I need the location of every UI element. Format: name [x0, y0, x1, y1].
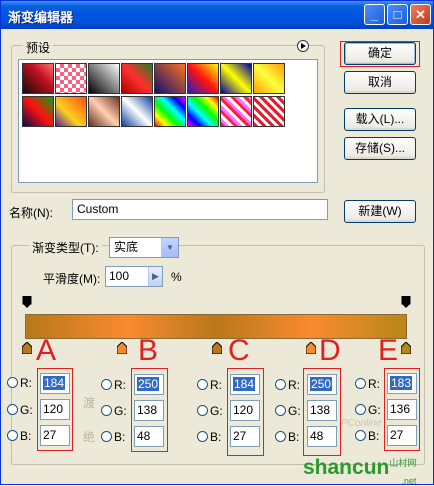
- chevron-right-icon[interactable]: ▶: [148, 267, 162, 286]
- radio-g[interactable]: [7, 404, 18, 415]
- radio-r[interactable]: [7, 377, 18, 388]
- load-button[interactable]: 载入(L)...: [344, 108, 416, 131]
- stop-a-highlight: [37, 368, 73, 451]
- ok-button-highlight: [340, 41, 420, 67]
- preset-swatch-grid: [18, 59, 318, 183]
- b-label: B:: [210, 430, 222, 444]
- radio-r[interactable]: [197, 379, 208, 390]
- preset-swatch[interactable]: [22, 96, 54, 127]
- cancel-button[interactable]: 取消: [344, 71, 416, 94]
- watermark-tag: PConline: [341, 418, 382, 429]
- stop-letter-d: D: [319, 334, 341, 367]
- preset-swatch[interactable]: [187, 96, 219, 127]
- radio-g[interactable]: [197, 405, 208, 416]
- radio-r[interactable]: [355, 378, 366, 389]
- radio-g[interactable]: [275, 405, 286, 416]
- window-title: 渐变编辑器: [8, 10, 74, 25]
- g-label: G:: [20, 403, 33, 417]
- radio-g[interactable]: [355, 404, 366, 415]
- r-label: R:: [210, 378, 222, 392]
- color-stop-b[interactable]: [117, 342, 127, 354]
- color-stop-d[interactable]: [306, 342, 316, 354]
- g-label: G:: [368, 403, 381, 417]
- radio-b[interactable]: [275, 431, 286, 442]
- b-label: B:: [114, 430, 126, 444]
- stop-letter-b: B: [138, 334, 159, 367]
- preset-swatch[interactable]: [22, 63, 54, 94]
- preset-swatch[interactable]: [88, 63, 120, 94]
- preset-swatch[interactable]: [253, 96, 285, 127]
- radio-r[interactable]: [101, 379, 112, 390]
- g-label: G:: [288, 404, 301, 418]
- maximize-button[interactable]: □: [387, 4, 408, 25]
- b-label: B:: [20, 429, 32, 443]
- gradient-type-select[interactable]: 实底 ▼: [109, 237, 179, 258]
- opacity-stop-right[interactable]: [401, 296, 411, 308]
- r-label: R:: [368, 377, 380, 391]
- gradient-preview-bar[interactable]: [25, 314, 407, 339]
- preset-swatch[interactable]: [253, 63, 285, 94]
- preset-swatch[interactable]: [220, 63, 252, 94]
- chevron-down-icon: ▼: [161, 238, 178, 257]
- watermark: shancun山村网 .net: [303, 456, 416, 486]
- close-button[interactable]: ✕: [410, 4, 431, 25]
- gradient-type-value: 实底: [114, 240, 139, 254]
- radio-b[interactable]: [101, 431, 112, 442]
- smoothness-label: 平滑度(M):: [43, 272, 101, 286]
- r-label: R:: [20, 376, 32, 390]
- ghost-text-1: 渡: [83, 396, 96, 410]
- play-circle-icon[interactable]: [297, 40, 309, 52]
- preset-swatch[interactable]: [154, 63, 186, 94]
- radio-b[interactable]: [355, 430, 366, 441]
- smoothness-input[interactable]: 100 ▶: [105, 266, 163, 287]
- b-label: B:: [288, 430, 300, 444]
- watermark-text: shancun: [303, 456, 390, 479]
- r-label: R:: [114, 378, 126, 392]
- preset-swatch[interactable]: [154, 96, 186, 127]
- preset-swatch[interactable]: [121, 63, 153, 94]
- g-label: G:: [114, 404, 127, 418]
- gradient-editor-window: 渐变编辑器 _ □ ✕ 预设 确定 取消 载入(L)... 存储(S)... 名…: [0, 0, 434, 486]
- color-stop-c[interactable]: [212, 342, 222, 354]
- preset-swatch[interactable]: [88, 96, 120, 127]
- smoothness-unit: %: [171, 270, 182, 284]
- stop-letter-e: E: [378, 334, 399, 367]
- stop-e-highlight: [384, 368, 420, 451]
- gradient-type-label: 渐变类型(T):: [29, 239, 102, 256]
- watermark-sub: 山村网: [389, 458, 417, 468]
- radio-r[interactable]: [275, 379, 286, 390]
- b-label: B:: [368, 429, 380, 443]
- opacity-stop-left[interactable]: [22, 296, 32, 308]
- smoothness-value: 100: [109, 269, 130, 283]
- preset-swatch[interactable]: [55, 96, 87, 127]
- color-stop-e[interactable]: [401, 342, 411, 354]
- presets-label: 预设: [23, 39, 54, 56]
- stop-b-highlight: [131, 368, 168, 452]
- preset-swatch[interactable]: [55, 63, 87, 94]
- minimize-button[interactable]: _: [364, 4, 385, 25]
- radio-g[interactable]: [101, 405, 112, 416]
- new-button[interactable]: 新建(W): [344, 200, 416, 223]
- name-label: 名称(N):: [9, 206, 53, 220]
- preset-swatch[interactable]: [220, 96, 252, 127]
- radio-b[interactable]: [7, 430, 18, 441]
- stop-c-highlight: [227, 368, 264, 456]
- g-label: G:: [210, 404, 223, 418]
- color-stop-a[interactable]: [22, 342, 32, 354]
- name-input[interactable]: Custom: [72, 199, 328, 220]
- ghost-text-2: 绝: [83, 430, 96, 444]
- stop-d-highlight: [303, 368, 341, 456]
- title-bar[interactable]: 渐变编辑器 _ □ ✕: [1, 1, 433, 29]
- stop-letter-c: C: [228, 334, 250, 367]
- save-button[interactable]: 存储(S)...: [344, 137, 416, 160]
- radio-b[interactable]: [197, 431, 208, 442]
- preset-swatch[interactable]: [187, 63, 219, 94]
- stop-letter-a: A: [36, 334, 57, 367]
- r-label: R:: [288, 378, 300, 392]
- preset-swatch[interactable]: [121, 96, 153, 127]
